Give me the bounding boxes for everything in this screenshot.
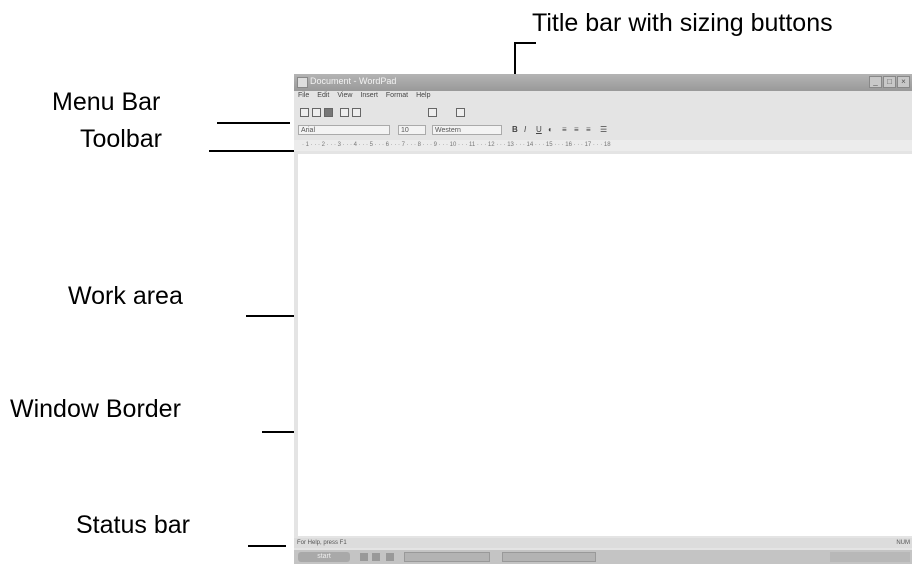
start-button[interactable]: start (298, 552, 350, 562)
work-area[interactable] (298, 154, 912, 536)
status-text: For Help, press F1 (297, 540, 347, 546)
quicklaunch-desktop-icon[interactable] (386, 553, 394, 561)
callout-status-bar-line (248, 545, 286, 547)
quicklaunch-mail-icon[interactable] (372, 553, 380, 561)
taskbar-button-wordpad[interactable] (502, 552, 596, 562)
callout-title-bar: Title bar with sizing buttons (532, 9, 833, 37)
callout-menu-bar: Menu Bar (52, 88, 161, 116)
align-right-icon[interactable]: ≡ (586, 125, 591, 134)
toolbar (294, 105, 912, 121)
minimize-button[interactable]: _ (869, 76, 882, 88)
taskbar-button-1[interactable] (404, 552, 490, 562)
callout-title-bar-line-v (514, 42, 516, 78)
italic-button[interactable]: I (524, 125, 526, 134)
callout-toolbar: Toolbar (80, 125, 162, 153)
print-preview-icon[interactable] (352, 108, 361, 117)
menu-insert[interactable]: Insert (360, 92, 378, 104)
app-icon (297, 77, 308, 88)
font-size-select[interactable]: 10 (398, 125, 426, 135)
menu-file[interactable]: File (298, 92, 309, 104)
bold-button[interactable]: B (512, 125, 518, 134)
quicklaunch-ie-icon[interactable] (360, 553, 368, 561)
callout-window-border: Window Border (10, 395, 181, 423)
align-left-icon[interactable]: ≡ (562, 125, 567, 134)
format-bar: Arial 10 Western B I U ◐ ≡ ≡ ≡ ☰ (294, 123, 912, 138)
copy-icon[interactable] (428, 108, 437, 117)
menu-help[interactable]: Help (416, 92, 430, 104)
color-icon[interactable]: ◐ (548, 125, 553, 134)
menu-edit[interactable]: Edit (317, 92, 329, 104)
print-icon[interactable] (340, 108, 349, 117)
wordpad-window: Document - WordPad _ □ × File Edit View … (294, 74, 912, 564)
paste-icon[interactable] (456, 108, 465, 117)
sizing-buttons: _ □ × (869, 76, 910, 88)
ruler[interactable]: · 1 · · · 2 · · · 3 · · · 4 · · · 5 · · … (294, 140, 912, 151)
callout-window-border-line (262, 431, 298, 433)
align-center-icon[interactable]: ≡ (574, 125, 579, 134)
callout-toolbar-line (209, 150, 299, 152)
title-bar[interactable]: Document - WordPad _ □ × (294, 74, 912, 91)
system-tray (830, 552, 910, 562)
new-icon[interactable] (300, 108, 309, 117)
bullets-icon[interactable]: ☰ (600, 125, 607, 134)
script-select[interactable]: Western (432, 125, 502, 135)
font-select[interactable]: Arial (298, 125, 390, 135)
callout-status-bar: Status bar (76, 511, 190, 539)
callout-work-area: Work area (68, 282, 183, 310)
callout-title-bar-line-h (514, 42, 536, 44)
menu-view[interactable]: View (337, 92, 352, 104)
maximize-button[interactable]: □ (883, 76, 896, 88)
status-bar: For Help, press F1 NUM (294, 538, 912, 548)
open-icon[interactable] (312, 108, 321, 117)
menu-bar: File Edit View Insert Format Help (294, 92, 430, 104)
callout-menu-bar-line (217, 122, 290, 124)
save-icon[interactable] (324, 108, 333, 117)
underline-button[interactable]: U (536, 125, 542, 134)
close-button[interactable]: × (897, 76, 910, 88)
status-num: NUM (896, 540, 910, 546)
menu-format[interactable]: Format (386, 92, 408, 104)
window-title: Document - WordPad (310, 76, 397, 86)
taskbar: start (294, 550, 912, 564)
